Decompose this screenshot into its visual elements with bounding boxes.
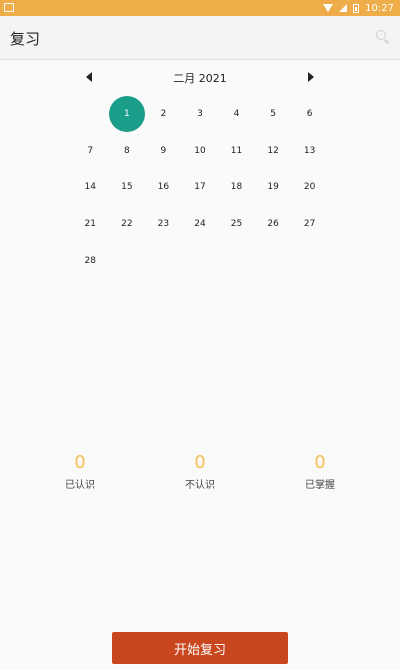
calendar-day-label: 20 <box>303 182 316 193</box>
calendar-day-label: 7 <box>87 145 94 156</box>
calendar-day-label: 24 <box>194 219 206 230</box>
calendar-grid: 1 2 3 4 5 6 7 8 9 10 11 12 13 14 15 16 17 18 19 20 21 22 23 24 2… <box>72 96 328 279</box>
calendar-day-label: 22 <box>121 219 133 230</box>
calendar-header: 二月 2021 <box>82 68 318 88</box>
calendar-day[interactable]: 21 <box>72 206 109 243</box>
calendar-day[interactable]: 15 <box>109 169 146 206</box>
review-stats: 0 已认识 0 不认识 0 已掌握 <box>0 452 400 496</box>
calendar-day-label: 18 <box>230 182 243 193</box>
calendar-day[interactable]: 11 <box>218 133 255 170</box>
calendar-day-label: 14 <box>84 182 96 193</box>
stat-mastered: 0 已掌握 <box>280 452 360 491</box>
calendar-day-label: 23 <box>157 219 170 230</box>
calendar-day[interactable]: 25 <box>218 206 255 243</box>
calendar-day-label: 9 <box>160 145 167 156</box>
calendar-day[interactable]: 10 <box>182 133 219 170</box>
calendar-day[interactable]: 22 <box>109 206 146 243</box>
calendar-day-label: 11 <box>230 145 243 156</box>
calendar-day-label: 26 <box>267 219 279 230</box>
calendar-day[interactable]: 7 <box>72 133 109 170</box>
calendar-day[interactable]: 9 <box>145 133 182 170</box>
calendar-day-label: 27 <box>303 219 316 230</box>
stat-known-label: 已认识 <box>65 480 95 491</box>
status-icons: 10:27 <box>323 0 394 16</box>
calendar-day-label: 6 <box>306 109 313 120</box>
calendar-day-selected[interactable]: 1 <box>108 96 146 133</box>
calendar-day-label: 21 <box>84 219 96 230</box>
calendar-day[interactable]: 28 <box>72 242 109 279</box>
stat-mastered-value: 0 <box>314 452 326 473</box>
calendar-blank-cell <box>72 96 109 133</box>
stat-mastered-label: 已掌握 <box>305 480 335 491</box>
calendar-day-label: 17 <box>194 182 206 193</box>
calendar-day-label: 25 <box>230 219 243 230</box>
calendar-day-label: 1 <box>123 109 130 120</box>
calendar-day[interactable]: 18 <box>218 169 255 206</box>
next-month-icon[interactable] <box>308 72 314 82</box>
calendar-day-label: 10 <box>194 145 206 156</box>
month-label: 二月 2021 <box>173 72 227 85</box>
stat-known-value: 0 <box>74 452 86 473</box>
calendar-day[interactable]: 6 <box>291 96 328 133</box>
page-title: 复习 <box>10 30 41 48</box>
calendar-day-label: 3 <box>197 109 203 120</box>
notification-icon <box>4 3 14 12</box>
stat-unknown-value: 0 <box>194 452 206 473</box>
calendar-day[interactable]: 24 <box>182 206 219 243</box>
calendar-day[interactable]: 17 <box>182 169 219 206</box>
calendar-day-label: 19 <box>267 182 279 193</box>
calendar-day[interactable]: 19 <box>255 169 292 206</box>
calendar-day-label: 8 <box>123 145 130 156</box>
calendar-day-label: 12 <box>267 145 279 156</box>
stat-known: 0 已认识 <box>40 452 120 491</box>
search-icon[interactable] <box>376 30 390 44</box>
app-bar: 复习 <box>0 16 400 60</box>
calendar-day-label: 2 <box>160 109 167 120</box>
status-bar: 10:27 <box>0 0 400 16</box>
calendar-day-label: 13 <box>303 145 316 156</box>
calendar-day-label: 28 <box>84 255 96 266</box>
calendar-day[interactable]: 3 <box>182 96 219 133</box>
calendar-day[interactable]: 16 <box>145 169 182 206</box>
status-time: 10:27 <box>365 2 394 14</box>
calendar-day[interactable]: 13 <box>291 133 328 170</box>
signal-icon <box>339 4 348 12</box>
calendar-day[interactable]: 27 <box>291 206 328 243</box>
calendar-day[interactable]: 2 <box>145 96 182 133</box>
calendar-day[interactable]: 8 <box>109 133 146 170</box>
calendar-day-label: 15 <box>121 182 133 193</box>
calendar-day-label: 16 <box>157 182 170 193</box>
stat-unknown: 0 不认识 <box>160 452 240 491</box>
calendar-day[interactable]: 5 <box>255 96 292 133</box>
calendar-day[interactable]: 14 <box>72 169 109 206</box>
calendar-day[interactable]: 26 <box>255 206 292 243</box>
start-review-button[interactable]: 开始复习 <box>112 632 288 664</box>
calendar-day[interactable]: 23 <box>145 206 182 243</box>
calendar-day[interactable]: 12 <box>255 133 292 170</box>
calendar-day-label: 4 <box>233 109 240 120</box>
battery-icon <box>353 3 360 13</box>
calendar-day[interactable]: 4 <box>218 96 255 133</box>
calendar-day-label: 5 <box>270 109 276 120</box>
stat-unknown-label: 不认识 <box>185 480 215 491</box>
wifi-icon <box>323 4 334 12</box>
calendar-day[interactable]: 20 <box>291 169 328 206</box>
